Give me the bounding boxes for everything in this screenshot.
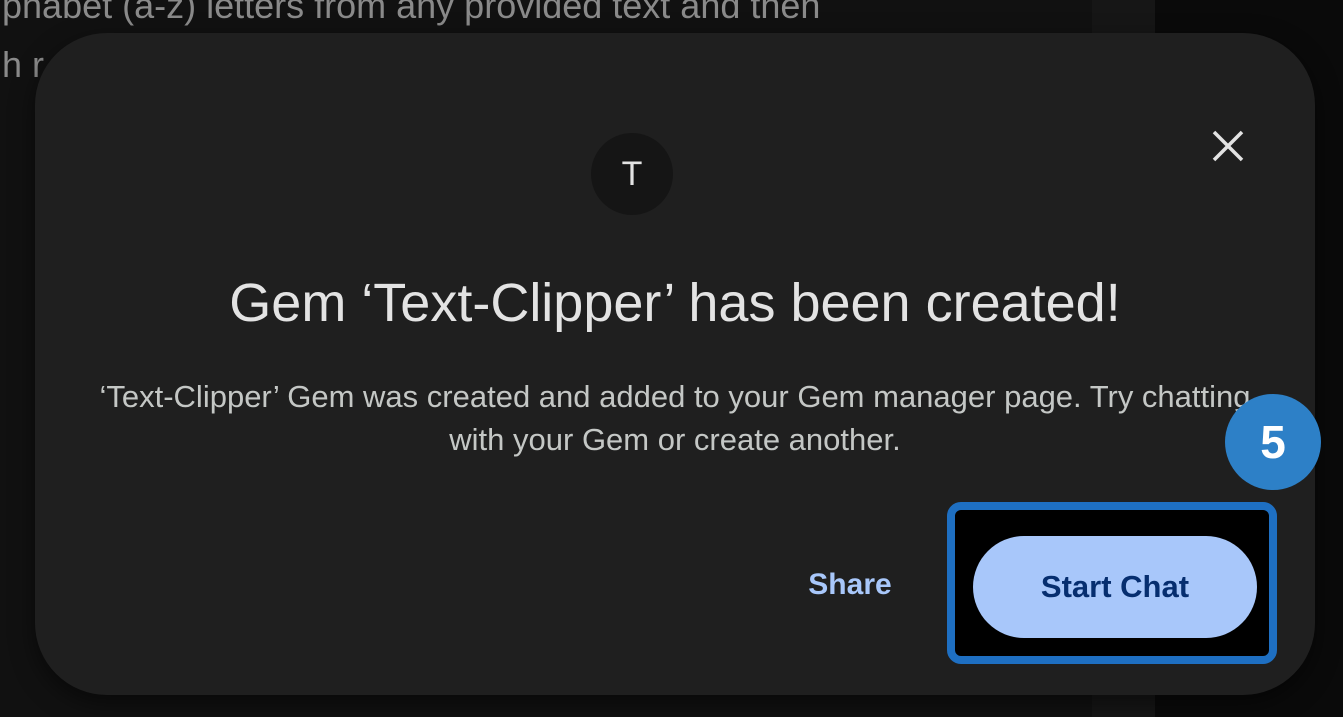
- close-icon: [1212, 130, 1244, 162]
- dialog-title: Gem ‘Text-Clipper’ has been created!: [229, 273, 1121, 333]
- background-text-line: phabet (a-z) letters from any provided t…: [2, 0, 821, 26]
- share-button[interactable]: Share: [787, 550, 913, 620]
- background-text-line: h r: [2, 44, 45, 85]
- step-number-badge: 5: [1225, 394, 1321, 490]
- close-button[interactable]: [1200, 118, 1256, 174]
- gem-created-dialog: T Gem ‘Text-Clipper’ has been created! ‘…: [35, 33, 1321, 695]
- dialog-description: ‘Text-Clipper’ Gem was created and added…: [99, 379, 1251, 457]
- gem-avatar: T: [591, 133, 673, 215]
- start-chat-button[interactable]: Start Chat: [973, 536, 1257, 638]
